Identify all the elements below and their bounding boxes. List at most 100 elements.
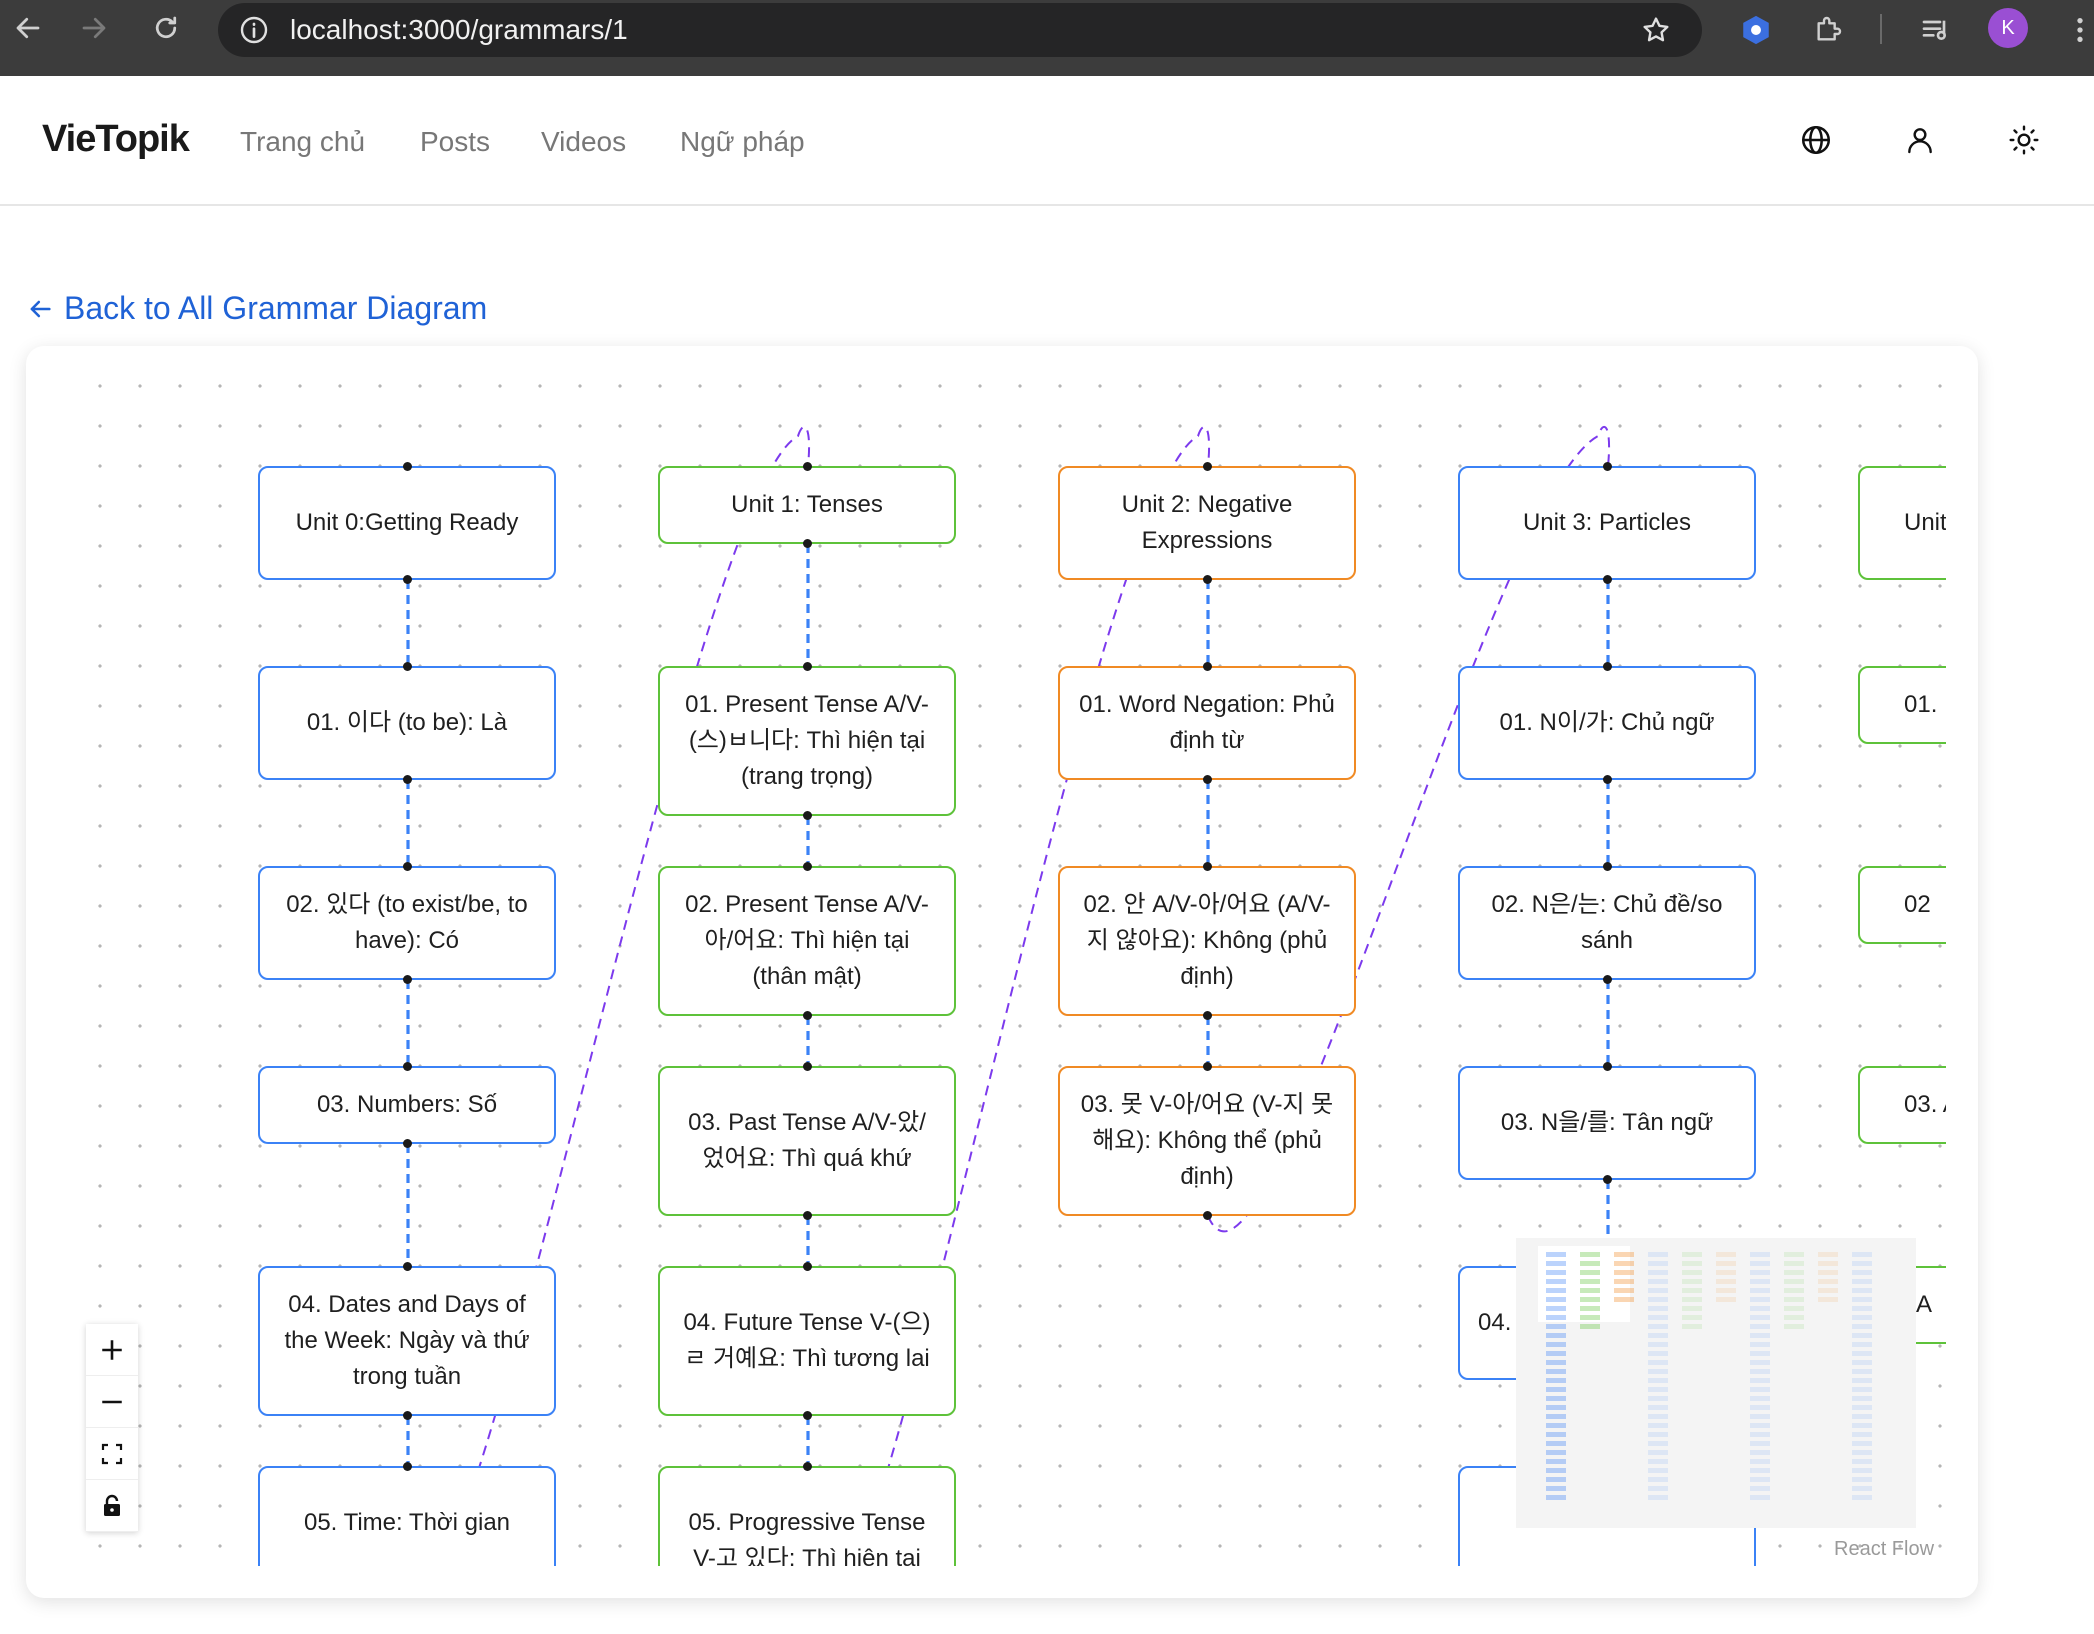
grammar-node[interactable]: Unit 0:Getting Ready <box>258 462 556 584</box>
grammar-node[interactable]: 02. Present Tense A/V-아/어요: Thì hiện tại… <box>658 862 956 1020</box>
grammar-node[interactable]: 03. A <box>1858 1066 1946 1144</box>
node-handle-bottom[interactable] <box>1602 1175 1612 1184</box>
profile-avatar[interactable]: K <box>1988 8 2028 48</box>
brand-logo[interactable]: VieTopik <box>42 118 190 161</box>
lock-button[interactable] <box>86 1480 138 1532</box>
fit-view-button[interactable] <box>86 1428 138 1480</box>
grammar-node[interactable]: 02. 안 A/V-아/어요 (A/V-지 않아요): Không (phủ đ… <box>1058 862 1356 1020</box>
zoom-out-button[interactable] <box>86 1376 138 1428</box>
node-handle-bottom[interactable] <box>402 775 412 784</box>
node-handle-top[interactable] <box>1602 862 1612 871</box>
minimap-node <box>1852 1261 1872 1266</box>
reload-icon[interactable] <box>138 0 194 56</box>
minimap-node <box>1852 1279 1872 1284</box>
grammar-node[interactable]: 01. 이다 (to be): Là <box>258 662 556 784</box>
node-handle-top[interactable] <box>802 1062 812 1071</box>
node-handle-bottom[interactable] <box>802 1211 812 1220</box>
node-handle-bottom[interactable] <box>1202 775 1212 784</box>
media-queue-icon[interactable] <box>1916 10 1956 50</box>
minimap-node <box>1852 1387 1872 1392</box>
grammar-node[interactable]: 03. Numbers: Số <box>258 1062 556 1148</box>
node-handle-bottom[interactable] <box>402 1139 412 1148</box>
node-handle-top[interactable] <box>1202 862 1212 871</box>
node-handle-top[interactable] <box>802 1262 812 1271</box>
grammar-node[interactable]: 02. N은/는: Chủ đề/so sánh <box>1458 862 1756 984</box>
site-info-icon[interactable] <box>236 12 272 48</box>
node-handle-top[interactable] <box>402 1262 412 1271</box>
node-handle-bottom[interactable] <box>1602 975 1612 984</box>
grammar-node[interactable]: 05. Time: Thời gian <box>258 1462 556 1566</box>
grammar-node[interactable]: 02 <box>1858 866 1946 944</box>
node-handle-bottom[interactable] <box>802 811 812 820</box>
node-handle-bottom[interactable] <box>802 539 812 548</box>
grammar-node[interactable]: Unit 2: Negative Expressions <box>1058 462 1356 584</box>
grammar-node[interactable]: Unit <box>1858 466 1946 580</box>
node-handle-bottom[interactable] <box>1602 775 1612 784</box>
node-handle-top[interactable] <box>402 1462 412 1471</box>
grammar-node[interactable]: Unit 1: Tenses <box>658 462 956 548</box>
node-handle-top[interactable] <box>1202 662 1212 671</box>
minimap-node <box>1750 1459 1770 1464</box>
node-handle-bottom[interactable] <box>1602 575 1612 584</box>
minimap-node <box>1682 1297 1702 1302</box>
node-handle-bottom[interactable] <box>402 1411 412 1420</box>
grammar-node[interactable]: 05. Progressive Tense V-고 있다: Thì hiện t… <box>658 1462 956 1566</box>
grammar-node[interactable]: 04. Dates and Days of the Week: Ngày và … <box>258 1262 556 1420</box>
grammar-node[interactable]: 03. 못 V-아/어요 (V-지 못해요): Không thể (phủ đ… <box>1058 1062 1356 1220</box>
node-handle-top[interactable] <box>802 862 812 871</box>
extensions-puzzle-icon[interactable] <box>1808 10 1848 50</box>
node-handle-bottom[interactable] <box>1202 1011 1212 1020</box>
zoom-in-button[interactable] <box>86 1324 138 1376</box>
sun-theme-icon[interactable] <box>2004 120 2044 160</box>
nav-home[interactable]: Trang chủ <box>240 126 365 158</box>
grammar-node[interactable]: 03. Past Tense A/V-았/었어요: Thì quá khứ <box>658 1062 956 1220</box>
grammar-node[interactable]: 01. N이/가: Chủ ngữ <box>1458 662 1756 784</box>
node-handle-top[interactable] <box>1202 462 1212 471</box>
node-handle-top[interactable] <box>402 462 412 471</box>
grammar-node-label: 02. N은/는: Chủ đề/so sánh <box>1491 891 1723 954</box>
node-handle-top[interactable] <box>802 1462 812 1471</box>
minimap-node <box>1750 1288 1770 1293</box>
node-handle-bottom[interactable] <box>402 975 412 984</box>
extension-tag-icon[interactable] <box>1736 10 1776 50</box>
grammar-node[interactable]: 01. <box>1858 666 1946 744</box>
grammar-node[interactable]: 01. Present Tense A/V-(스)ㅂ니다: Thì hiện t… <box>658 662 956 820</box>
node-handle-top[interactable] <box>1602 1062 1612 1071</box>
node-handle-bottom[interactable] <box>1202 575 1212 584</box>
node-handle-top[interactable] <box>402 1062 412 1071</box>
grammar-node[interactable]: 01. Word Negation: Phủ định từ <box>1058 662 1356 784</box>
forward-arrow-icon[interactable] <box>66 0 122 56</box>
react-flow-attribution[interactable]: React Flow <box>1834 1538 1934 1561</box>
minimap[interactable] <box>1516 1238 1916 1528</box>
minimap-node <box>1546 1495 1566 1500</box>
bookmark-star-icon[interactable] <box>1640 14 1672 46</box>
minimap-node <box>1546 1342 1566 1347</box>
node-handle-top[interactable] <box>802 662 812 671</box>
grammar-node[interactable]: 03. N을/를: Tân ngữ <box>1458 1062 1756 1184</box>
grammar-node[interactable]: 04. Future Tense V-(으)ㄹ 거예요: Thì tương l… <box>658 1262 956 1420</box>
minimap-node <box>1852 1360 1872 1365</box>
back-link[interactable]: Back to All Grammar Diagram <box>26 290 487 327</box>
node-handle-bottom[interactable] <box>402 575 412 584</box>
node-handle-top[interactable] <box>402 862 412 871</box>
node-handle-top[interactable] <box>1602 662 1612 671</box>
node-handle-bottom[interactable] <box>802 1411 812 1420</box>
nav-posts[interactable]: Posts <box>420 126 490 158</box>
grammar-node[interactable]: 02. 있다 (to exist/be, to have): Có <box>258 862 556 984</box>
node-handle-bottom[interactable] <box>802 1011 812 1020</box>
address-bar[interactable]: localhost:3000/grammars/1 <box>218 3 1702 57</box>
grammar-node[interactable]: Unit 3: Particles <box>1458 462 1756 584</box>
node-handle-top[interactable] <box>1202 1062 1212 1071</box>
nav-videos[interactable]: Videos <box>541 126 626 158</box>
user-icon[interactable] <box>1900 120 1940 160</box>
node-handle-bottom[interactable] <box>1202 1211 1212 1220</box>
node-handle-top[interactable] <box>1602 462 1612 471</box>
minimap-node <box>1852 1351 1872 1356</box>
back-arrow-icon[interactable] <box>0 0 56 56</box>
nav-grammar[interactable]: Ngữ pháp <box>680 126 805 158</box>
node-handle-top[interactable] <box>402 662 412 671</box>
browser-menu-icon[interactable] <box>2060 10 2094 50</box>
node-handle-top[interactable] <box>802 462 812 471</box>
globe-icon[interactable] <box>1796 120 1836 160</box>
minimap-node <box>1648 1324 1668 1329</box>
